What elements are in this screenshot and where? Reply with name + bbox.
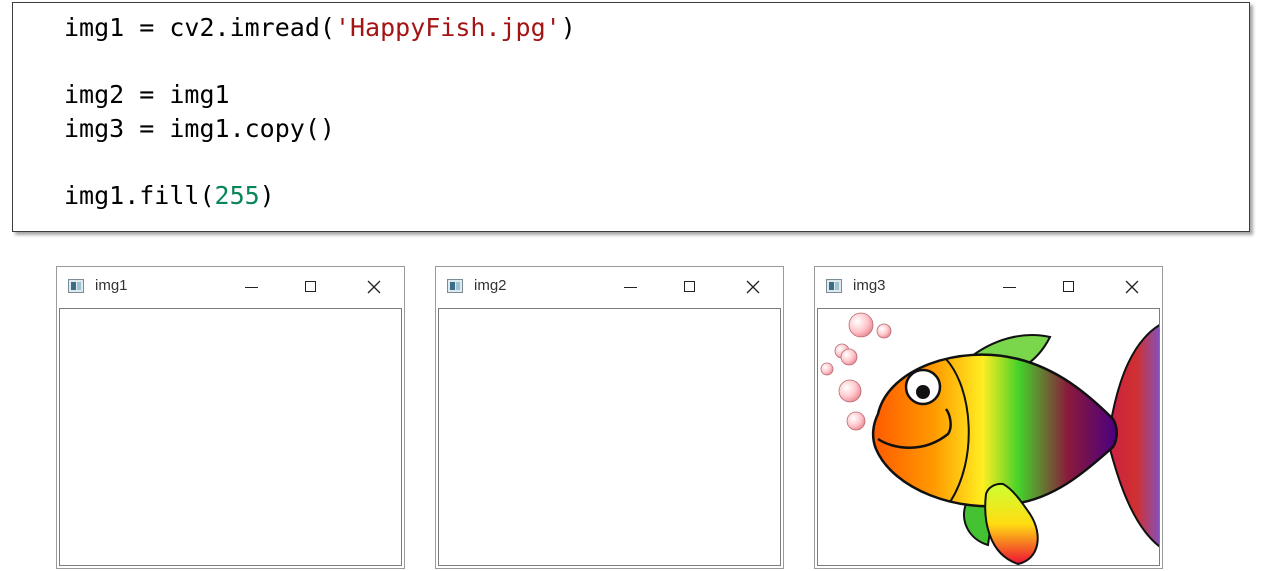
title-bar[interactable]: img2 [436,267,783,307]
code-text: img1 = cv2.imread( [64,13,335,42]
close-icon [746,280,760,294]
image-canvas [817,308,1160,566]
close-icon [367,280,381,294]
number-literal: 255 [214,181,260,210]
code-line-2: img2 = img1 [64,80,230,109]
title-bar[interactable]: img3 [815,267,1162,307]
image-canvas [59,308,402,566]
window-img3[interactable]: img3 [814,266,1163,569]
code-line-4: img1.fill(255) [64,181,275,211]
close-button[interactable] [359,273,389,301]
minimize-button[interactable] [616,273,646,301]
window-title: img3 [853,277,886,294]
window-app-icon [68,279,84,293]
window-title: img2 [474,277,507,294]
code-text: img1.fill( [64,181,215,210]
maximize-button[interactable] [676,273,706,301]
image-canvas [438,308,781,566]
code-text: ) [259,181,275,210]
window-img2[interactable]: img2 [435,266,784,569]
string-literal: 'HappyFish.jpg' [334,13,561,42]
code-line-3: img3 = img1.copy() [64,114,335,143]
code-text: ) [560,13,576,42]
maximize-button[interactable] [1055,273,1085,301]
close-button[interactable] [738,273,768,301]
code-line-1: img1 = cv2.imread('HappyFish.jpg') [64,13,576,43]
code-block: img1 = cv2.imread('HappyFish.jpg') img2 … [12,2,1250,232]
minimize-button[interactable] [995,273,1025,301]
title-bar[interactable]: img1 [57,267,404,307]
maximize-button[interactable] [297,273,327,301]
happy-fish-image [820,312,1159,565]
window-app-icon [826,279,842,293]
close-icon [1125,280,1139,294]
window-title: img1 [95,277,128,294]
close-button[interactable] [1117,273,1147,301]
window-app-icon [447,279,463,293]
window-img1[interactable]: img1 [56,266,405,569]
minimize-button[interactable] [237,273,267,301]
